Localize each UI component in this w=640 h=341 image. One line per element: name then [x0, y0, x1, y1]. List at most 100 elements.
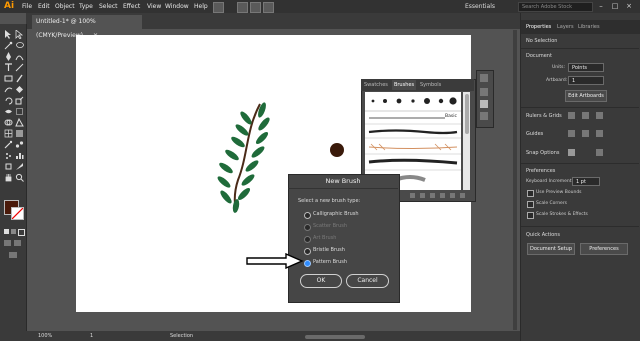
tab-symbols[interactable]: Symbols	[420, 80, 444, 90]
scale-tool-icon[interactable]	[15, 96, 24, 105]
tab-brushes[interactable]: Brushes	[392, 80, 416, 90]
selection-tool-icon[interactable]	[4, 30, 13, 39]
slice-tool-icon[interactable]	[15, 162, 24, 171]
label-calligraphic[interactable]: Calligraphic Brush	[313, 211, 359, 217]
workspace-options-icon[interactable]	[263, 2, 274, 13]
menu-select[interactable]: Select	[99, 0, 118, 13]
tab-properties[interactable]: Properties	[526, 22, 551, 32]
brown-dot-artwork[interactable]	[330, 143, 344, 157]
artboard-number[interactable]: 1	[90, 333, 93, 339]
cancel-button[interactable]: Cancel	[346, 274, 389, 288]
menu-edit[interactable]: Edit	[38, 0, 50, 13]
adobe-stock-search[interactable]: Search Adobe Stock	[518, 2, 593, 12]
zoom-tool-icon[interactable]	[15, 173, 24, 182]
gpu-performance-icon[interactable]	[250, 2, 261, 13]
arrange-documents-icon[interactable]	[237, 2, 248, 13]
menu-object[interactable]: Object	[55, 0, 75, 13]
document-setup-button[interactable]: Document Setup	[527, 243, 575, 255]
shape-builder-tool-icon[interactable]	[4, 118, 13, 127]
scale-corners-checkbox[interactable]	[527, 201, 534, 208]
fill-stroke-swatches[interactable]	[3, 199, 24, 220]
paintbrush-tool-icon[interactable]	[15, 74, 24, 83]
transparency-grid-icon[interactable]	[596, 112, 603, 119]
options-of-selected-object-icon[interactable]	[430, 193, 435, 198]
shaper-tool-icon[interactable]	[4, 85, 13, 94]
brush-options-icon[interactable]	[440, 193, 445, 198]
menu-effect[interactable]: Effect	[123, 0, 140, 13]
keyboard-increment-input[interactable]: 1 pt	[572, 177, 600, 186]
none-mode-icon[interactable]	[18, 229, 25, 236]
rotate-tool-icon[interactable]	[4, 96, 13, 105]
width-tool-icon[interactable]	[4, 107, 13, 116]
menu-file[interactable]: File	[22, 0, 32, 13]
smart-guides-icon[interactable]	[596, 130, 603, 137]
snap-to-pixel-icon[interactable]	[596, 149, 603, 156]
direct-selection-tool-icon[interactable]	[15, 30, 24, 39]
horizontal-scroll-thumb[interactable]	[305, 335, 365, 339]
stroke-swatch[interactable]	[11, 207, 24, 220]
bridge-icon[interactable]	[213, 2, 224, 13]
delete-brush-icon[interactable]	[460, 193, 465, 198]
line-segment-tool-icon[interactable]	[15, 63, 24, 72]
screen-mode-icon[interactable]	[14, 240, 21, 246]
mesh-tool-icon[interactable]	[4, 129, 13, 138]
maximize-icon[interactable]: □	[610, 2, 620, 11]
label-pattern[interactable]: Pattern Brush	[313, 259, 347, 265]
menu-window[interactable]: Window	[165, 0, 189, 13]
edit-artboards-button[interactable]: Edit Artboards	[565, 90, 607, 102]
brush-libraries-menu-icon[interactable]	[410, 193, 415, 198]
swatches-panel-icon[interactable]	[480, 74, 488, 82]
new-brush-icon[interactable]	[450, 193, 455, 198]
ruler-icon[interactable]	[568, 112, 575, 119]
remove-brush-stroke-icon[interactable]	[420, 193, 425, 198]
type-tool-icon[interactable]	[4, 63, 13, 72]
close-window-icon[interactable]: ×	[624, 2, 634, 11]
column-graph-tool-icon[interactable]	[15, 151, 24, 160]
units-select[interactable]: Points	[568, 63, 604, 72]
snap-to-point-icon[interactable]	[568, 149, 575, 156]
tab-libraries[interactable]: Libraries	[578, 22, 600, 32]
minimize-icon[interactable]: –	[596, 2, 606, 11]
blend-tool-icon[interactable]	[15, 140, 24, 149]
pen-tool-icon[interactable]	[4, 52, 13, 61]
menu-help[interactable]: Help	[194, 0, 208, 13]
menu-type[interactable]: Type	[79, 0, 93, 13]
tab-layers[interactable]: Layers	[557, 22, 574, 32]
preferences-button[interactable]: Preferences	[580, 243, 628, 255]
scale-strokes-label[interactable]: Scale Strokes & Effects	[536, 212, 588, 217]
guides-lock-icon[interactable]	[582, 130, 589, 137]
free-transform-tool-icon[interactable]	[15, 107, 24, 116]
ok-button[interactable]: OK	[300, 274, 342, 288]
radio-pattern[interactable]	[304, 260, 311, 267]
scale-strokes-checkbox[interactable]	[527, 212, 534, 219]
vertical-scrollbar[interactable]	[513, 30, 517, 330]
curvature-tool-icon[interactable]	[15, 52, 24, 61]
radio-calligraphic[interactable]	[304, 212, 311, 219]
edit-toolbar-icon[interactable]	[9, 252, 17, 258]
leaf-branch-artwork[interactable]	[212, 100, 272, 215]
status-tool-mode[interactable]: Selection	[170, 333, 193, 339]
use-preview-bounds-checkbox[interactable]	[527, 190, 534, 197]
artboard-tool-icon[interactable]	[4, 162, 13, 171]
eyedropper-tool-icon[interactable]	[4, 140, 13, 149]
lasso-tool-icon[interactable]	[15, 41, 24, 50]
grid-icon[interactable]	[582, 112, 589, 119]
label-bristle[interactable]: Bristle Brush	[313, 247, 345, 253]
perspective-grid-tool-icon[interactable]	[15, 118, 24, 127]
symbol-sprayer-tool-icon[interactable]	[4, 151, 13, 160]
magic-wand-tool-icon[interactable]	[4, 41, 13, 50]
brushes-panel-icon[interactable]	[480, 88, 488, 96]
zoom-level[interactable]: 100%	[38, 333, 52, 339]
symbols-panel-icon[interactable]	[480, 112, 488, 120]
brush-panel-active-icon[interactable]	[480, 100, 488, 108]
document-tab[interactable]: Untitled-1* @ 100% (CMYK/Preview) ×	[32, 15, 142, 39]
rectangle-tool-icon[interactable]	[4, 74, 13, 83]
use-preview-bounds-label[interactable]: Use Preview Bounds	[536, 190, 582, 195]
hand-tool-icon[interactable]	[4, 173, 13, 182]
menu-view[interactable]: View	[147, 0, 161, 13]
artboard-select[interactable]: 1	[568, 76, 604, 85]
scale-corners-label[interactable]: Scale Corners	[536, 201, 567, 206]
eraser-tool-icon[interactable]	[15, 85, 24, 94]
gradient-tool-icon[interactable]	[15, 129, 24, 138]
gradient-mode-icon[interactable]	[11, 229, 16, 234]
